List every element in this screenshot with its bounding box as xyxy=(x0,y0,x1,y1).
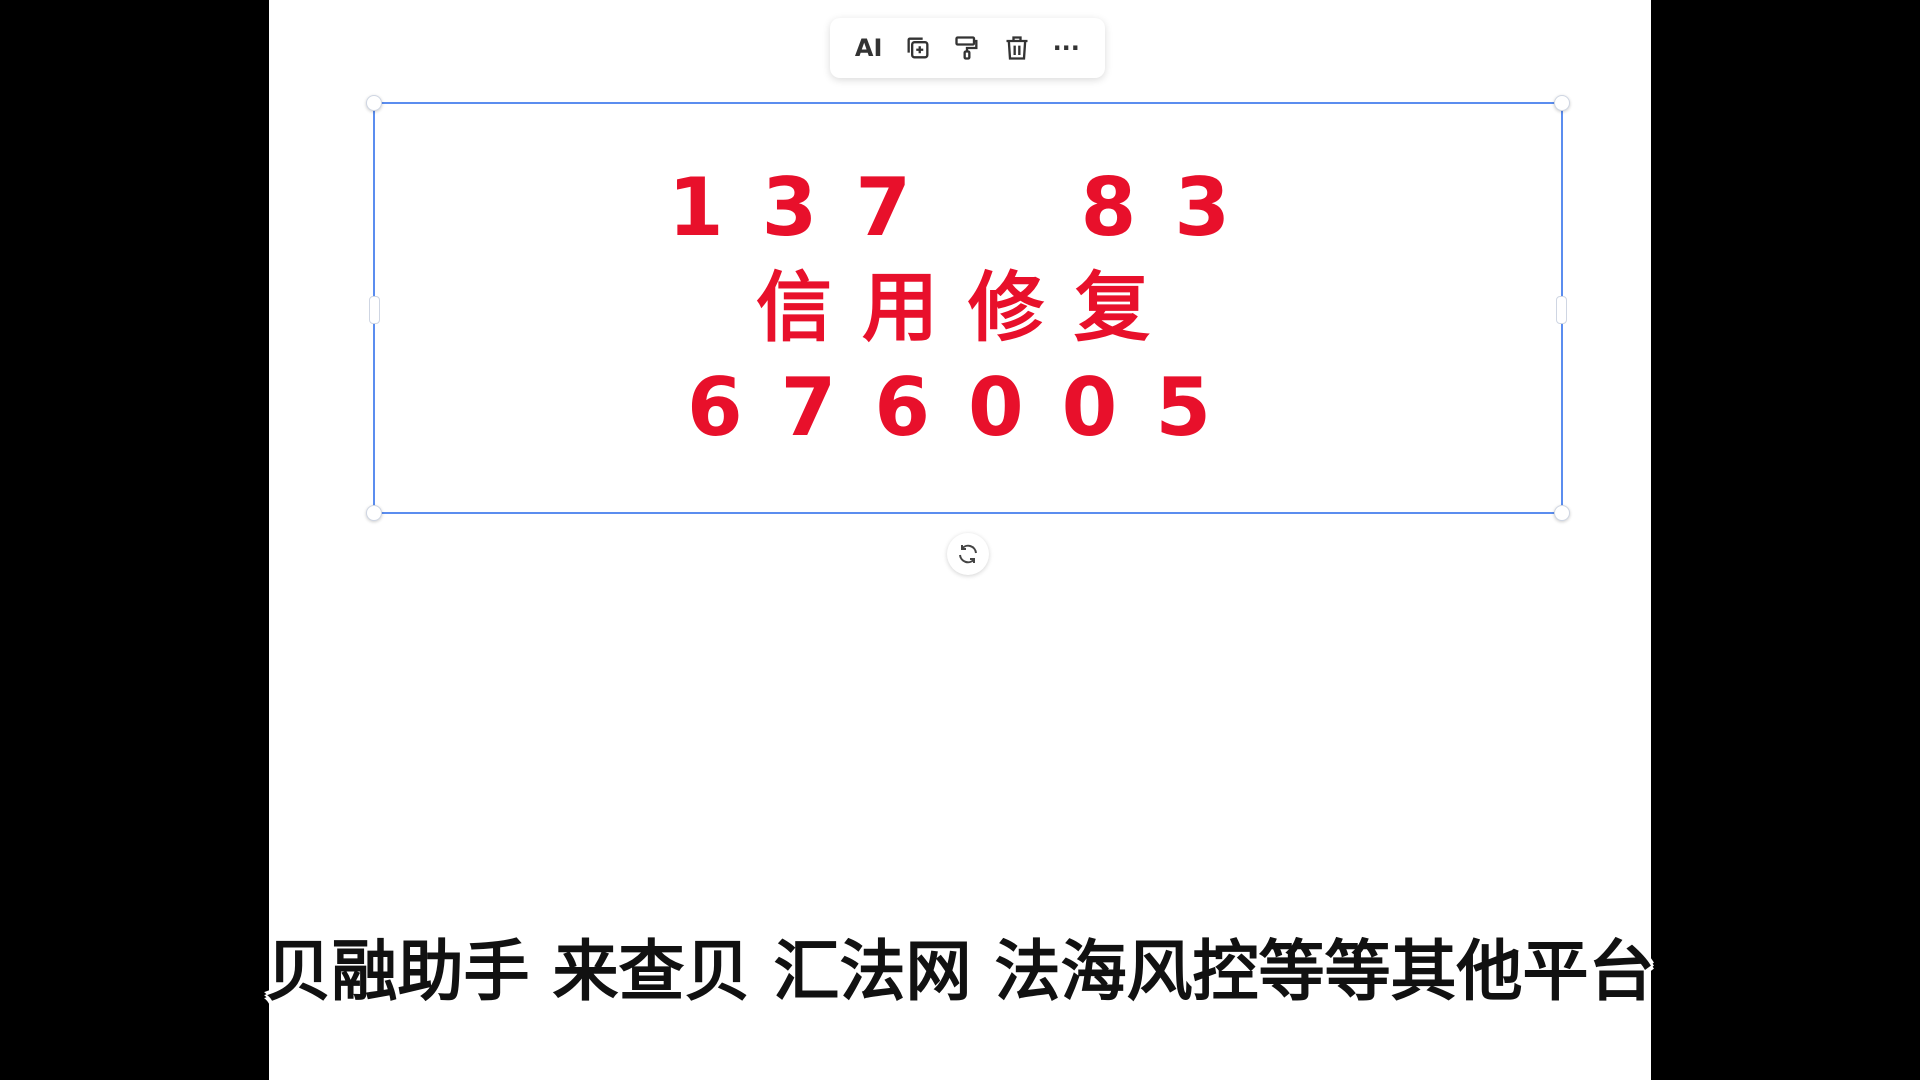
trash-icon xyxy=(1006,36,1028,60)
copy-add-icon xyxy=(907,37,929,59)
more-icon: ··· xyxy=(1052,34,1080,62)
rotate-icon xyxy=(959,544,977,564)
text-line-phone-suffix: 676005 xyxy=(687,361,1249,454)
ai-button[interactable]: AI xyxy=(849,28,889,68)
video-subtitle: 贝融助手 来查贝 汇法网 法海风控等等其他平台 xyxy=(265,933,1655,1010)
more-button[interactable]: ··· xyxy=(1046,28,1086,68)
text-line-phone-prefix: 137 83 xyxy=(667,161,1269,254)
text-box-content: 137 83 信用修复 676005 xyxy=(375,104,1561,512)
rotate-button[interactable] xyxy=(947,533,989,575)
format-painter-button[interactable] xyxy=(947,28,987,68)
duplicate-button[interactable] xyxy=(898,28,938,68)
format-painter-icon xyxy=(955,36,978,60)
selected-text-box[interactable]: 137 83 信用修复 676005 xyxy=(366,95,1570,521)
delete-button[interactable] xyxy=(997,28,1037,68)
text-line-title: 信用修复 xyxy=(756,263,1180,352)
floating-toolbar: AI ··· xyxy=(830,18,1105,78)
